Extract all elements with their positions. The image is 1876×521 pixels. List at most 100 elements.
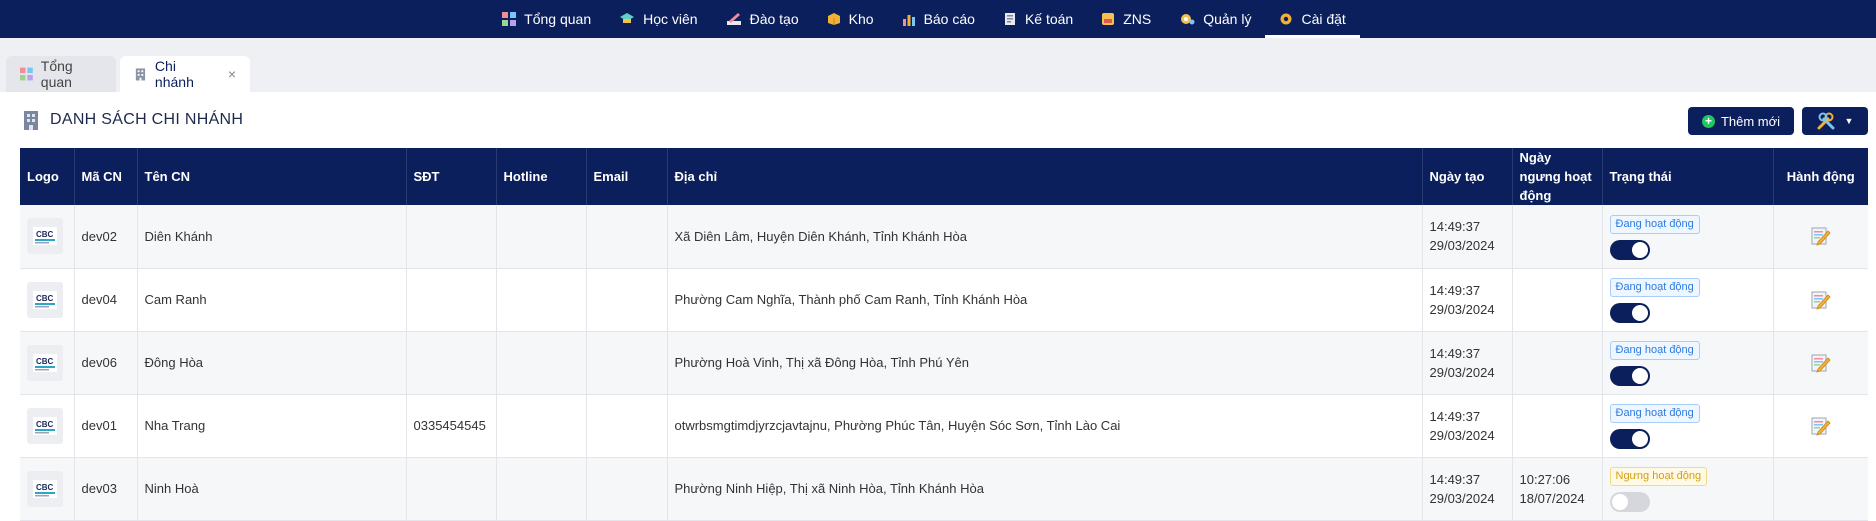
- svg-text:CBC: CBC: [36, 357, 54, 366]
- status-toggle[interactable]: [1609, 492, 1650, 512]
- column-header: SĐT: [406, 148, 497, 205]
- column-header: Logo: [20, 148, 75, 205]
- cell-status: Đang hoạt động: [1602, 394, 1774, 458]
- address-text: Xã Diên Lâm, Huyện Diên Khánh, Tỉnh Khán…: [674, 228, 967, 244]
- tools-dropdown-button[interactable]: ▼: [1802, 107, 1868, 135]
- table-body: CBC dev02 Diên Khánh Xã Diên Lâm, Huyện Diê…: [20, 205, 1868, 521]
- table-row[interactable]: CBC dev06 Đông Hòa Phường Hoà Vinh, Thị xã …: [20, 331, 1868, 395]
- nav-item-1[interactable]: Học viên: [605, 0, 711, 38]
- table-row[interactable]: CBC dev04 Cam Ranh Phường Cam Nghĩa, Thành …: [20, 268, 1868, 332]
- cell-stopped: [1512, 331, 1603, 395]
- toggle-knob: [1631, 431, 1648, 447]
- close-icon[interactable]: ×: [228, 66, 236, 82]
- column-header: Hành động: [1773, 148, 1868, 205]
- name-text: Nha Trang: [144, 418, 206, 433]
- tools-icon: [1817, 112, 1835, 130]
- toggle-knob: [1631, 305, 1648, 321]
- toggle-knob: [1631, 368, 1648, 384]
- created-time: 14:49:37: [1429, 219, 1481, 235]
- cell-logo: CBC: [20, 457, 75, 521]
- cell-name: Ninh Hoà: [137, 457, 407, 521]
- svg-text:CBC: CBC: [36, 420, 54, 429]
- cell-created: 14:49:37 29/03/2024: [1422, 205, 1513, 269]
- name-text: Diên Khánh: [144, 228, 213, 244]
- dashboard-grid-icon: [20, 67, 33, 81]
- branch-logo: CBC: [27, 470, 63, 507]
- column-header: Ngày tạo: [1422, 148, 1513, 205]
- status-badge: Đang hoạt động: [1609, 214, 1700, 234]
- cell-phone: [406, 205, 497, 269]
- cell-logo: CBC: [20, 394, 75, 458]
- edit-icon[interactable]: [1810, 352, 1832, 374]
- created-date: 29/03/2024: [1429, 427, 1495, 443]
- nav-item-4[interactable]: Báo cáo: [888, 0, 989, 38]
- stopped-time: 10:27:06: [1519, 471, 1571, 487]
- pencil-book-icon: [726, 12, 742, 26]
- page-title: DANH SÁCH CHI NHÁNH: [22, 110, 243, 130]
- tab-label: Chi nhánh: [154, 58, 194, 90]
- edit-icon[interactable]: [1810, 415, 1832, 437]
- cell-phone: 0335454545: [406, 394, 497, 458]
- status-toggle[interactable]: [1609, 366, 1650, 386]
- tab-tong-quan[interactable]: Tổng quan: [6, 56, 116, 92]
- chevron-down-icon: ▼: [1844, 116, 1854, 126]
- edit-icon[interactable]: [1810, 289, 1832, 311]
- address-text: otwrbsmgtimdjyrzcjavtajnu, Phường Phúc T…: [674, 418, 1121, 433]
- cell-action: [1773, 457, 1868, 521]
- page-title-text: DANH SÁCH CHI NHÁNH: [50, 111, 244, 128]
- cell-address: otwrbsmgtimdjyrzcjavtajnu, Phường Phúc T…: [667, 394, 1423, 458]
- cell-action: [1773, 205, 1868, 269]
- cell-status: Đang hoạt động: [1602, 331, 1774, 395]
- nav-item-8[interactable]: Cài đặt: [1265, 0, 1361, 38]
- status-badge: Ngưng hoạt động: [1609, 467, 1708, 486]
- nav-item-3[interactable]: Kho: [813, 0, 888, 38]
- nav-item-2[interactable]: Đào tạo: [712, 0, 813, 38]
- code-text: dev02: [81, 228, 117, 244]
- cell-stopped: 10:27:06 18/07/2024: [1512, 457, 1603, 521]
- cell-hotline: [496, 268, 587, 332]
- nav-item-0[interactable]: Tổng quan: [488, 0, 605, 38]
- table-row[interactable]: CBC dev03 Ninh Hoà Phường Ninh Hiệp, Thị xã…: [20, 457, 1868, 521]
- created-date: 29/03/2024: [1429, 364, 1495, 380]
- address-text: Phường Cam Nghĩa, Thành phố Cam Ranh, Tỉ…: [674, 292, 1028, 307]
- nav-item-label: Tổng quan: [524, 11, 592, 27]
- cell-code: dev03: [74, 457, 138, 521]
- nav-item-6[interactable]: ZNS: [1087, 0, 1165, 38]
- add-new-button[interactable]: + Thêm mới: [1688, 107, 1794, 135]
- graduation-cap-icon: [619, 12, 635, 26]
- cell-action: [1773, 268, 1868, 332]
- nav-item-7[interactable]: Quản lý: [1165, 0, 1265, 38]
- svg-text:CBC: CBC: [36, 230, 54, 239]
- cell-action: [1773, 394, 1868, 458]
- nav-item-label: Kế toán: [1024, 11, 1074, 27]
- code-text: dev03: [81, 481, 117, 496]
- column-header: Ngày ngưng hoạt động: [1512, 148, 1603, 205]
- cell-address: Phường Cam Nghĩa, Thành phố Cam Ranh, Tỉ…: [667, 268, 1423, 332]
- svg-text:CBC: CBC: [36, 483, 54, 492]
- table-row[interactable]: CBC dev01 Nha Trang 0335454545 otwrbsmgtimdj…: [20, 394, 1868, 458]
- column-header: Email: [586, 148, 668, 205]
- branch-logo: CBC: [27, 407, 63, 444]
- nav-item-label: Đào tạo: [749, 11, 799, 27]
- cell-created: 14:49:37 29/03/2024: [1422, 457, 1513, 521]
- status-toggle[interactable]: [1609, 429, 1650, 449]
- box-icon: [827, 12, 841, 26]
- cell-hotline: [496, 205, 587, 269]
- tab-chi-nhanh[interactable]: Chi nhánh ×: [120, 56, 250, 92]
- column-header: Hotline: [496, 148, 587, 205]
- status-toggle[interactable]: [1609, 239, 1650, 260]
- cell-name: Đông Hòa: [137, 331, 407, 395]
- toggle-knob: [1611, 494, 1628, 510]
- nav-item-5[interactable]: Kế toán: [989, 0, 1087, 38]
- status-toggle[interactable]: [1609, 303, 1650, 323]
- nav-item-label: Báo cáo: [923, 11, 975, 27]
- cell-name: Diên Khánh: [137, 205, 407, 269]
- cell-hotline: [496, 457, 587, 521]
- edit-icon[interactable]: [1810, 225, 1832, 247]
- plus-icon: +: [1701, 114, 1715, 128]
- table-row[interactable]: CBC dev02 Diên Khánh Xã Diên Lâm, Huyện Diê…: [20, 205, 1868, 269]
- cell-email: [586, 394, 668, 458]
- created-time: 14:49:37: [1429, 408, 1481, 424]
- cell-hotline: [496, 331, 587, 395]
- cell-address: Phường Ninh Hiệp, Thị xã Ninh Hòa, Tỉnh …: [667, 457, 1423, 521]
